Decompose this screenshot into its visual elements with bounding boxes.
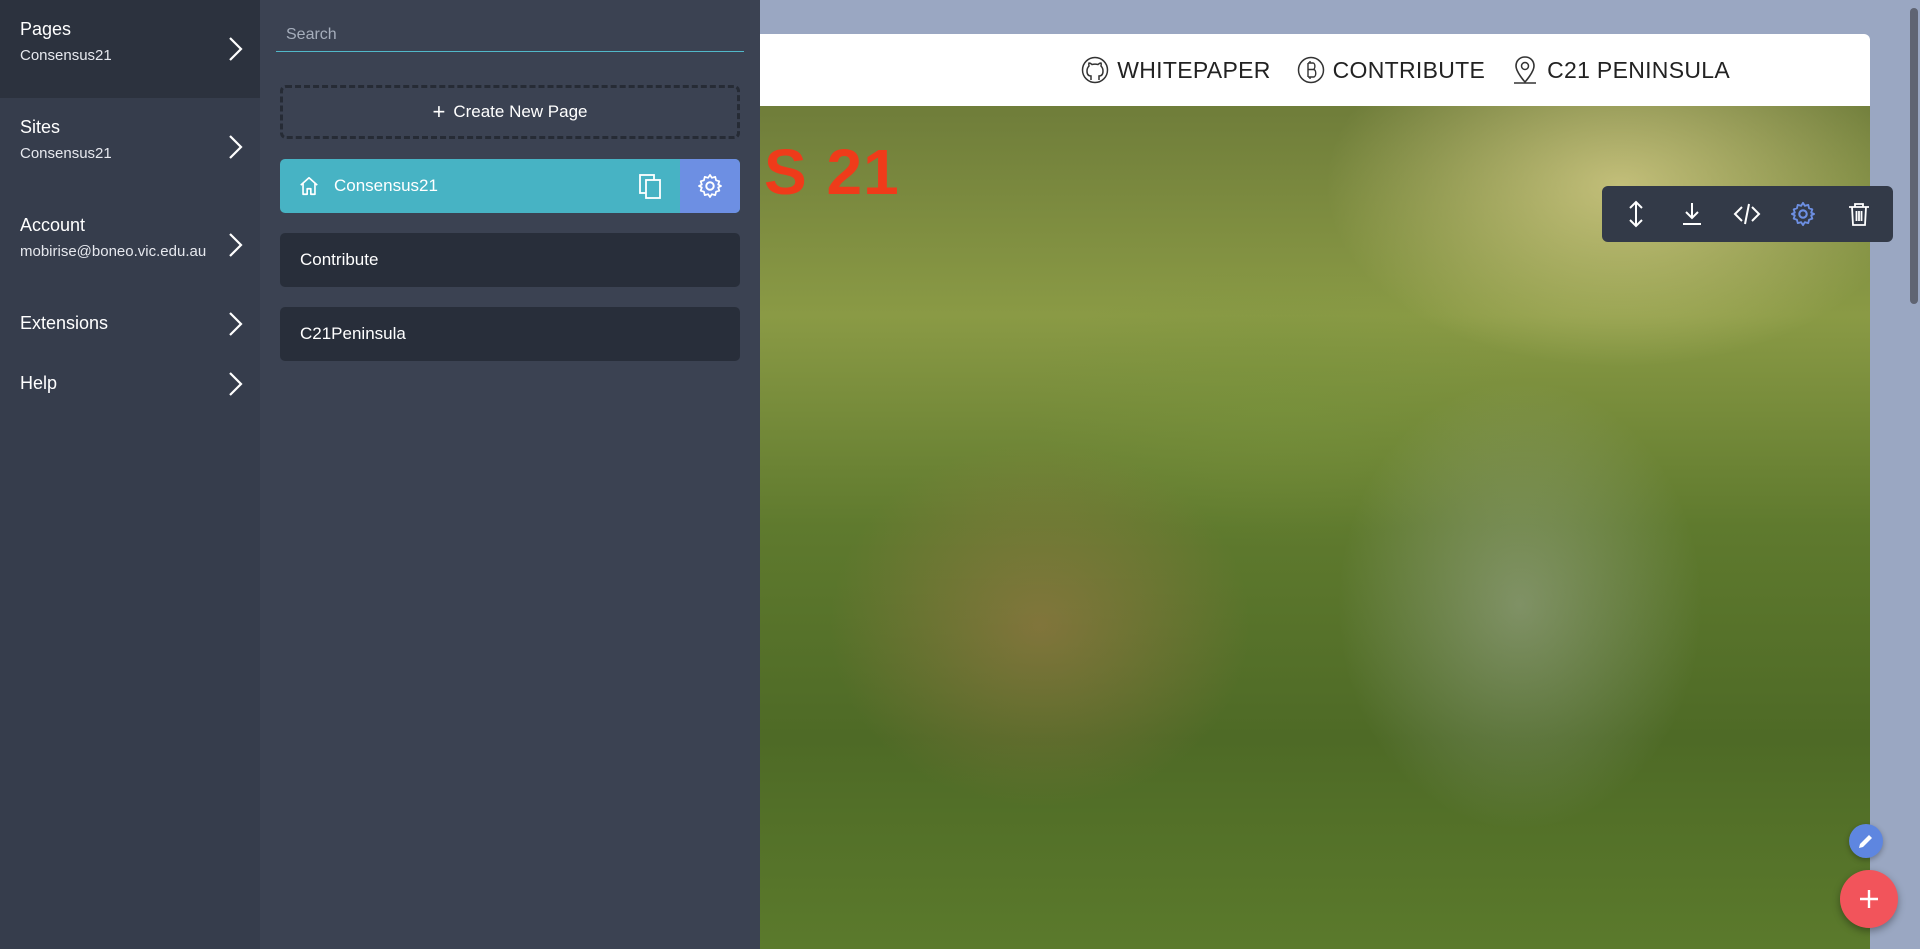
nav-link-label: WHITEPAPER xyxy=(1117,56,1271,83)
sidebar-item-label: Extensions xyxy=(20,313,109,333)
chevron-right-icon xyxy=(229,37,243,61)
gear-icon xyxy=(698,174,722,198)
plus-icon xyxy=(1860,890,1878,908)
plus-icon: + xyxy=(432,99,446,124)
edit-fab-button[interactable] xyxy=(1849,824,1883,858)
sidebar-item-label: Pages xyxy=(20,19,72,39)
github-icon xyxy=(1082,56,1109,84)
pages-panel: + Create New Page Consensus21 Contribute… xyxy=(260,0,760,949)
page-item-c21peninsula[interactable]: C21Peninsula xyxy=(280,307,740,361)
nav-link-c21-peninsula[interactable]: C21 PENINSULA xyxy=(1511,55,1730,85)
bitcoin-icon xyxy=(1297,56,1324,84)
sidebar-item-account[interactable]: Account mobirise@boneo.vic.edu.au xyxy=(0,196,260,294)
sidebar-item-extensions[interactable]: Extensions xyxy=(0,294,260,354)
move-icon xyxy=(1629,200,1643,228)
page-settings-button[interactable] xyxy=(680,159,740,213)
sidebar-item-help[interactable]: Help xyxy=(0,354,260,414)
chevron-right-icon xyxy=(229,312,243,336)
create-new-page-button[interactable]: + Create New Page xyxy=(280,85,740,139)
sidebar-item-sub: Consensus21 xyxy=(20,145,112,162)
page-item-consensus21[interactable]: Consensus21 xyxy=(280,159,740,213)
create-new-page-label: Create New Page xyxy=(453,102,588,121)
main-sidebar: Pages Consensus21 Sites Consensus21 Acco… xyxy=(0,0,260,949)
sidebar-item-label: Help xyxy=(20,373,58,393)
sidebar-item-sites[interactable]: Sites Consensus21 xyxy=(0,98,260,196)
page-item-label: C21Peninsula xyxy=(300,324,406,343)
sidebar-item-sub: Consensus21 xyxy=(20,47,112,64)
search-input[interactable] xyxy=(276,18,744,52)
chevron-right-icon xyxy=(229,233,243,257)
block-toolbar xyxy=(1602,186,1893,242)
pencil-icon xyxy=(1859,835,1872,848)
nav-link-label: CONTRIBUTE xyxy=(1332,56,1486,83)
chevron-right-icon xyxy=(229,372,243,396)
duplicate-page-button[interactable] xyxy=(620,159,680,213)
download-icon xyxy=(1682,203,1701,225)
scrollbar-thumb[interactable] xyxy=(1910,8,1918,304)
gear-icon xyxy=(1791,201,1816,227)
sidebar-item-label: Account xyxy=(20,215,86,235)
trash-icon xyxy=(1849,203,1870,226)
delete-block-button[interactable] xyxy=(1839,194,1879,234)
nav-link-whitepaper[interactable]: WHITEPAPER xyxy=(1081,55,1270,85)
scrollbar[interactable] xyxy=(1906,0,1920,949)
chevron-right-icon xyxy=(229,135,243,159)
sidebar-item-label: Sites xyxy=(20,117,61,137)
page-item-label: Consensus21 xyxy=(334,176,438,195)
add-block-fab-button[interactable] xyxy=(1840,870,1898,928)
sidebar-item-sub: mobirise@boneo.vic.edu.au xyxy=(20,243,207,260)
move-block-button[interactable] xyxy=(1616,194,1656,234)
hero-title: S 21 xyxy=(764,136,900,208)
page-item-contribute[interactable]: Contribute xyxy=(280,233,740,287)
site-preview: S 21 WHITEPAPER CONTRIBUTE C21 PENINSULA xyxy=(760,0,1920,949)
block-settings-button[interactable] xyxy=(1783,194,1823,234)
download-block-button[interactable] xyxy=(1672,194,1712,234)
map-pin-icon xyxy=(1514,56,1537,84)
page-item-label: Contribute xyxy=(300,250,379,269)
code-icon xyxy=(1734,203,1761,225)
code-block-button[interactable] xyxy=(1727,194,1767,234)
nav-link-label: C21 PENINSULA xyxy=(1547,56,1730,83)
home-icon xyxy=(300,176,318,196)
sidebar-item-pages[interactable]: Pages Consensus21 xyxy=(0,0,260,98)
nav-link-contribute[interactable]: CONTRIBUTE xyxy=(1297,55,1486,85)
site-navbar: WHITEPAPER CONTRIBUTE C21 PENINSULA xyxy=(760,34,1870,106)
copy-icon xyxy=(639,174,661,199)
